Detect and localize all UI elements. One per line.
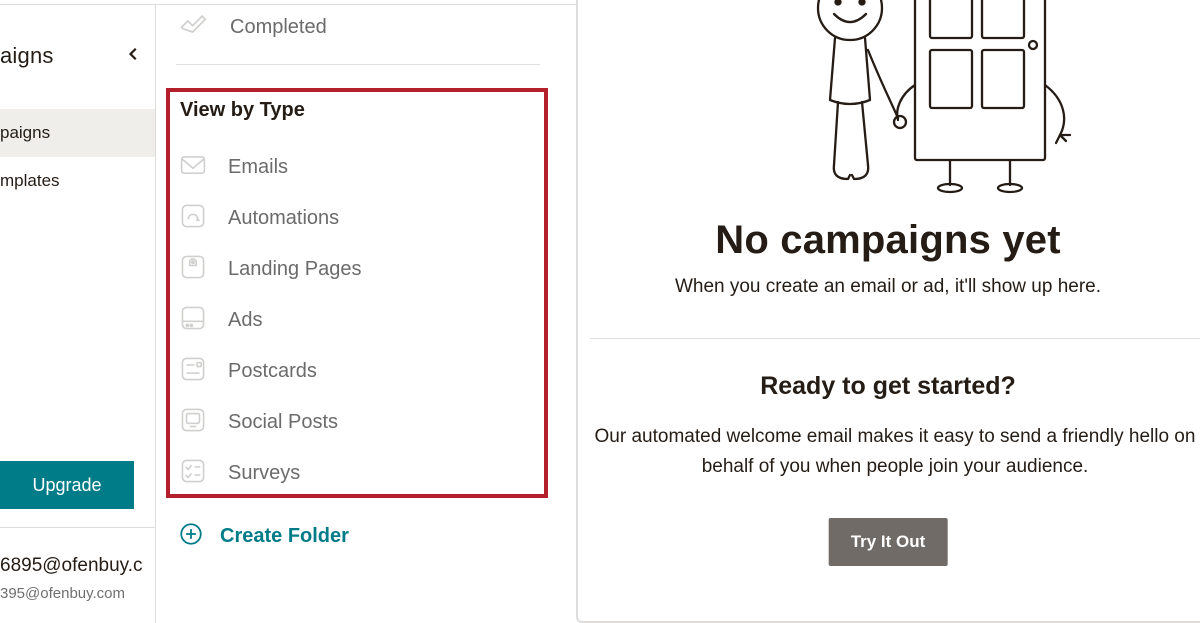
sidebar-divider	[0, 527, 155, 528]
status-divider	[176, 64, 540, 65]
status-filter-completed[interactable]: Completed	[156, 5, 560, 62]
ads-icon	[180, 305, 206, 336]
type-filter-surveys[interactable]: Surveys	[156, 448, 560, 499]
survey-icon	[180, 458, 206, 489]
upgrade-button[interactable]: Upgrade	[0, 461, 134, 509]
landing-page-icon	[180, 254, 206, 285]
type-filter-emails[interactable]: Emails	[156, 142, 560, 193]
envelope-icon	[180, 152, 206, 183]
type-filter-landing-pages[interactable]: Landing Pages	[156, 244, 560, 295]
social-post-icon	[180, 407, 206, 438]
nav-item-campaigns[interactable]: paigns	[0, 109, 155, 157]
account-email-primary[interactable]: 6895@ofenbuy.c	[0, 555, 143, 577]
get-started-title: Ready to get started?	[576, 372, 1200, 401]
automation-icon	[180, 203, 206, 234]
create-folder-button[interactable]: Create Folder	[178, 521, 560, 552]
type-filter-social-posts[interactable]: Social Posts	[156, 397, 560, 448]
get-started-body: Our automated welcome email makes it eas…	[590, 422, 1200, 483]
sidebar-nav: paigns mplates	[0, 109, 155, 205]
empty-state-title: No campaigns yet	[576, 218, 1200, 263]
nav-item-label: mplates	[0, 171, 60, 190]
main-divider	[590, 338, 1200, 339]
type-filter-automations[interactable]: Automations	[156, 193, 560, 244]
type-filter-postcards[interactable]: Postcards	[156, 346, 560, 397]
account-email-secondary: 395@ofenbuy.com	[0, 585, 125, 602]
type-filter-label: Automations	[228, 207, 339, 230]
view-by-type-header: View by Type	[180, 99, 560, 122]
try-it-out-label: Try It Out	[851, 532, 926, 551]
try-it-out-button[interactable]: Try It Out	[829, 518, 948, 566]
empty-state-subtitle: When you create an email or ad, it'll sh…	[576, 276, 1200, 298]
nav-item-templates[interactable]: mplates	[0, 157, 155, 205]
type-filter-label: Social Posts	[228, 411, 338, 434]
type-filter-label: Ads	[228, 309, 262, 332]
type-filter-label: Emails	[228, 156, 288, 179]
type-filter-label: Postcards	[228, 360, 317, 383]
filter-panel: Completed View by Type Emails Automation…	[156, 5, 560, 623]
check-badge-icon	[180, 11, 208, 44]
chevron-left-icon[interactable]	[127, 47, 141, 66]
postcard-icon	[180, 356, 206, 387]
create-folder-label: Create Folder	[220, 525, 349, 548]
status-filter-label: Completed	[230, 16, 327, 39]
plus-circle-icon	[178, 521, 204, 552]
sidebar: aigns paigns mplates Upgrade 6895@ofenbu…	[0, 5, 156, 623]
sidebar-title: aigns	[0, 43, 54, 69]
type-filter-label: Surveys	[228, 462, 300, 485]
type-filter-ads[interactable]: Ads	[156, 295, 560, 346]
main-content: No campaigns yet When you create an emai…	[576, 0, 1200, 623]
nav-item-label: paigns	[0, 123, 50, 142]
type-filter-label: Landing Pages	[228, 258, 361, 281]
upgrade-button-label: Upgrade	[32, 475, 101, 496]
sidebar-header: aigns	[0, 5, 155, 69]
